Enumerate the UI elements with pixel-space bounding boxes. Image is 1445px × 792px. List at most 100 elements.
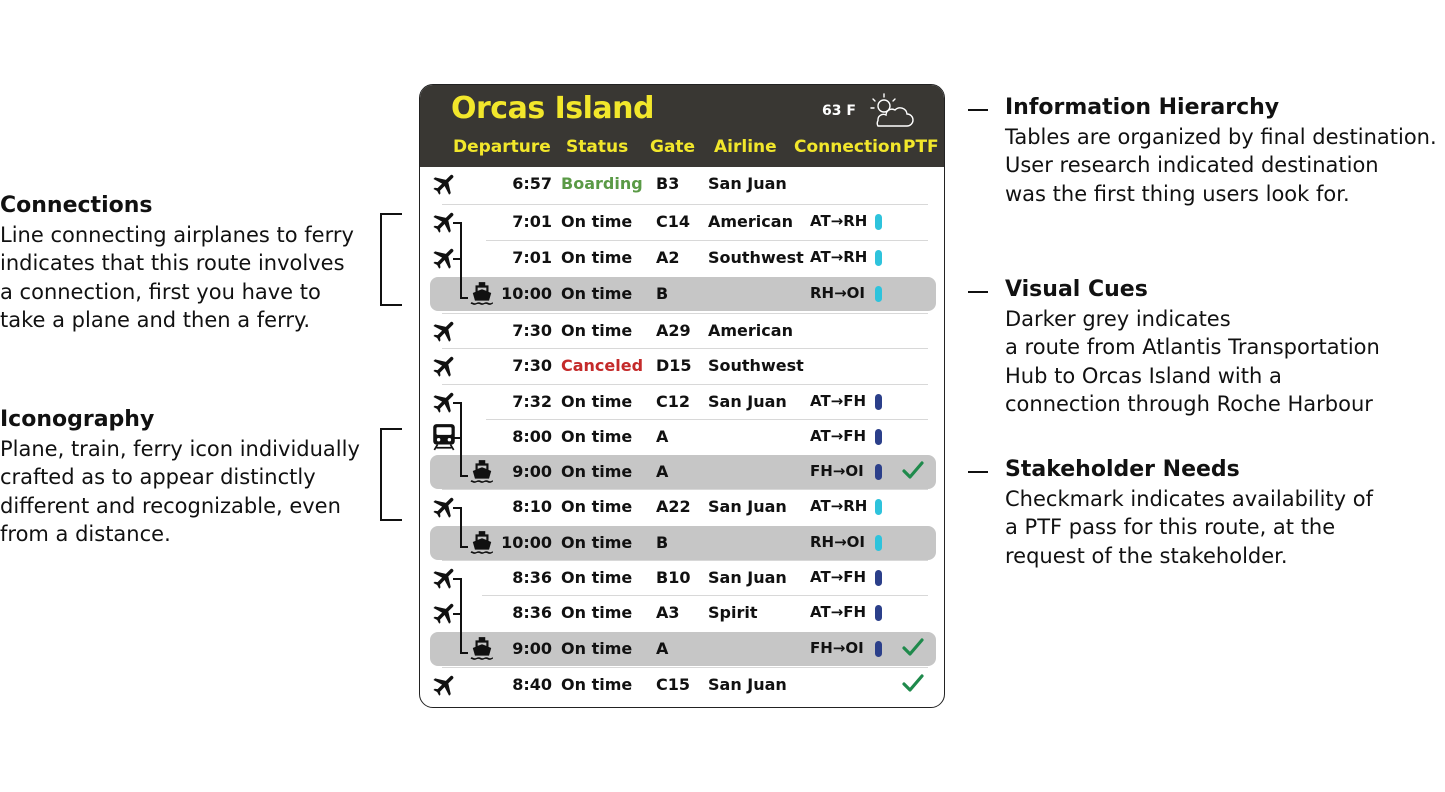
connection-line <box>453 402 461 404</box>
ferry-icon <box>469 529 495 559</box>
connection-pill <box>875 429 882 445</box>
airline: Southwest <box>708 248 804 267</box>
airline: San Juan <box>708 675 787 694</box>
connection-line <box>453 507 461 509</box>
departure-row: 8:36 On time B10 San Juan AT→FH <box>420 561 944 595</box>
departure-row: 7:30 On time A29 American <box>420 314 944 348</box>
connection-line <box>453 437 461 439</box>
departure-time: 8:36 <box>512 568 552 587</box>
departure-row: 9:00 On time A FH→OI <box>420 632 944 666</box>
plane-icon <box>431 208 459 240</box>
status-text: On time <box>561 462 633 481</box>
status-text: On time <box>561 568 633 587</box>
departure-time: 8:40 <box>512 675 552 694</box>
connection-line <box>460 475 468 477</box>
note-stakeholder-needs: Stakeholder Needs Checkmark indicates av… <box>1005 456 1373 570</box>
plane-icon <box>431 388 459 420</box>
departure-row: 8:40 On time C15 San Juan <box>420 668 944 702</box>
airline: Spirit <box>708 603 758 622</box>
status-text: On time <box>561 212 633 231</box>
airline: San Juan <box>708 392 787 411</box>
airline: San Juan <box>708 497 787 516</box>
plane-icon <box>431 317 459 349</box>
departure-time: 7:30 <box>512 321 552 340</box>
departure-time: 7:32 <box>512 392 552 411</box>
plane-icon <box>431 352 459 384</box>
connection-route: RH→OI <box>810 284 866 302</box>
status-text: On time <box>561 497 633 516</box>
gate: A29 <box>656 321 691 340</box>
departure-row: 7:32 On time C12 San Juan AT→FH <box>420 385 944 419</box>
note-visual-cues: Visual Cues Darker grey indicates a rout… <box>1005 276 1380 419</box>
note-connections: Connections Line connecting airplanes to… <box>0 192 354 335</box>
departure-row: 10:00 On time B RH→OI <box>420 277 944 311</box>
note-line: connection through Roche Harbour <box>1005 392 1373 416</box>
note-line: Hub to Orcas Island with a <box>1005 363 1282 388</box>
status-text: On time <box>561 603 633 622</box>
plane-icon <box>431 599 459 631</box>
connection-route: AT→FH <box>810 427 867 445</box>
gate: A <box>656 639 669 658</box>
gate: A22 <box>656 497 691 516</box>
iconography-bracket <box>380 428 402 521</box>
connection-route: AT→RH <box>810 248 868 266</box>
airline: San Juan <box>708 568 787 587</box>
departure-row: 6:57 Boarding B3 San Juan <box>420 167 944 201</box>
status-text: On time <box>561 639 633 658</box>
connection-line <box>453 578 461 580</box>
departure-board: Orcas Island 63 F Departure Status Gate … <box>419 84 945 708</box>
col-header-airline: Airline <box>714 137 777 157</box>
note-title: Connections <box>0 193 153 218</box>
note-line: Line connecting airplanes to ferry <box>0 222 354 247</box>
note-line: Tables are organized by final destinatio… <box>1005 124 1437 149</box>
connection-pill <box>875 605 882 621</box>
connection-line <box>453 222 461 224</box>
train-icon <box>431 423 457 455</box>
note-dash <box>968 471 988 473</box>
status-text: On time <box>561 284 633 303</box>
note-line: Checkmark indicates availability of <box>1005 486 1374 511</box>
status-text: Boarding <box>561 174 643 193</box>
connection-line <box>460 222 462 297</box>
connection-pill <box>875 641 882 657</box>
status-text: On time <box>561 248 633 267</box>
note-title: Stakeholder Needs <box>1005 457 1240 482</box>
col-header-status: Status <box>566 137 629 157</box>
connection-pill <box>875 464 882 480</box>
connection-line <box>460 402 462 475</box>
connection-pill <box>875 394 882 410</box>
departure-row: 8:36 On time A3 Spirit AT→FH <box>420 596 944 630</box>
status-text: Canceled <box>561 356 644 375</box>
status-text: On time <box>561 675 633 694</box>
note-title: Visual Cues <box>1005 277 1148 302</box>
connection-route: AT→FH <box>810 568 867 586</box>
note-line: crafted as to appear distinctly <box>0 465 316 489</box>
departure-time: 10:00 <box>501 284 552 303</box>
connection-line <box>460 578 462 652</box>
board-header: Orcas Island 63 F Departure Status Gate … <box>420 85 944 167</box>
note-line: User research indicated destination <box>1005 153 1379 177</box>
airline: Southwest <box>708 356 804 375</box>
airline: American <box>708 321 793 340</box>
note-line: Darker grey indicates <box>1005 306 1231 331</box>
status-text: On time <box>561 321 633 340</box>
status-text: On time <box>561 427 633 446</box>
gate: A3 <box>656 603 680 622</box>
col-header-gate: Gate <box>650 137 696 157</box>
connection-route: RH→OI <box>810 533 866 551</box>
partly-sunny-icon <box>870 93 914 127</box>
ferry-icon <box>469 458 495 488</box>
departure-time: 10:00 <box>501 533 552 552</box>
gate: D15 <box>656 356 692 375</box>
gate: B10 <box>656 568 691 587</box>
connection-route: FH→OI <box>810 639 864 657</box>
departure-row: 9:00 On time A FH→OI <box>420 455 944 489</box>
departure-row: 7:01 On time A2 Southwest AT→RH <box>420 241 944 275</box>
connection-route: AT→FH <box>810 392 867 410</box>
note-line: indicates that this route involves <box>0 251 345 275</box>
connection-pill <box>875 570 882 586</box>
airline: San Juan <box>708 174 787 193</box>
col-header-connection: Connection <box>794 137 902 157</box>
connection-line <box>460 507 462 546</box>
note-dash <box>968 109 988 111</box>
